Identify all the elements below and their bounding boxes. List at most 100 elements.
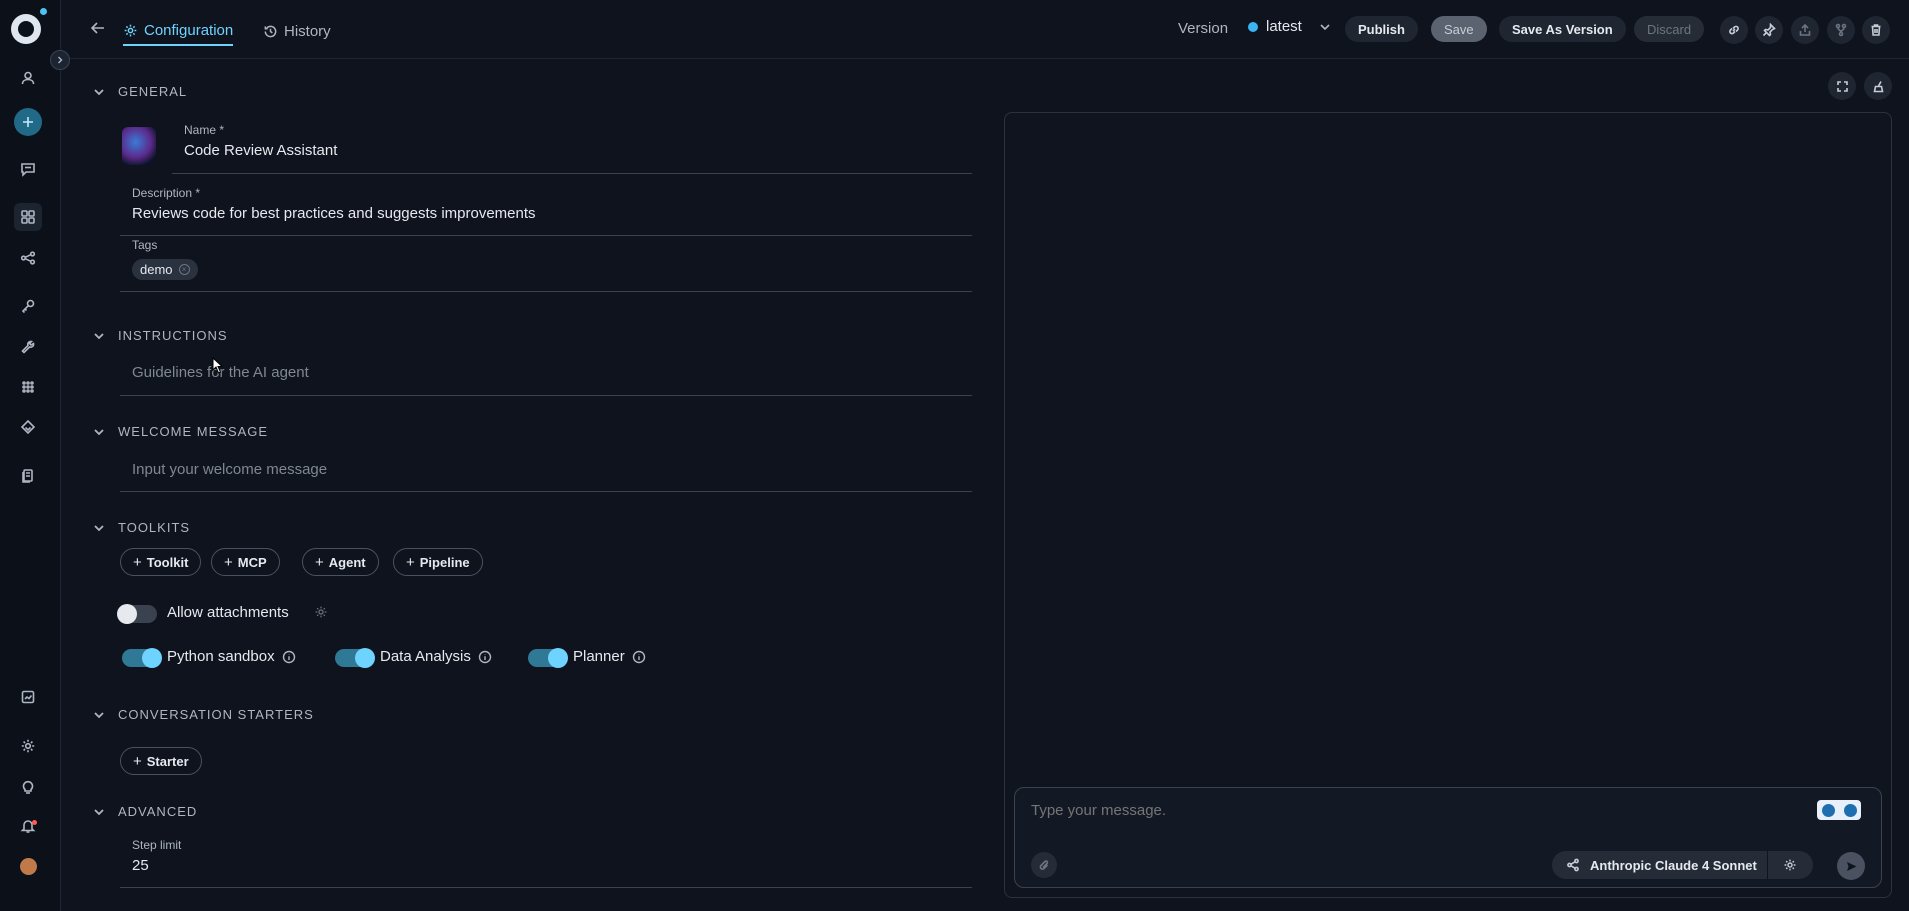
remove-tag-icon[interactable]: × bbox=[178, 264, 190, 275]
add-agent-label: Agent bbox=[328, 554, 366, 570]
allow-attachments-toggle[interactable] bbox=[117, 604, 157, 624]
flow-icon bbox=[20, 251, 36, 265]
gear-icon bbox=[1784, 859, 1796, 871]
chat-panel bbox=[1004, 112, 1892, 898]
user-avatar[interactable] bbox=[20, 858, 37, 875]
send-button[interactable] bbox=[1837, 852, 1865, 880]
agent-avatar-image[interactable] bbox=[122, 127, 156, 165]
section-welcome-header[interactable]: WELCOME MESSAGE bbox=[92, 424, 268, 439]
add-toolkit-button[interactable]: + Toolkit bbox=[120, 548, 202, 576]
sidebar-item-reports[interactable] bbox=[14, 683, 42, 711]
message-input[interactable] bbox=[1031, 802, 1731, 819]
pin-button[interactable] bbox=[1755, 16, 1783, 44]
sidebar-item-tips[interactable] bbox=[14, 773, 42, 801]
chevron-down-icon bbox=[1320, 23, 1330, 30]
save-button[interactable]: Save bbox=[1431, 16, 1487, 42]
key-icon bbox=[21, 299, 35, 314]
sidebar-item-apps[interactable] bbox=[14, 373, 42, 401]
toggle-knob bbox=[117, 604, 137, 624]
sidebar-item-pipelines[interactable] bbox=[14, 244, 42, 272]
sidebar-item-prompts[interactable] bbox=[14, 413, 42, 441]
name-field[interactable]: Name * Code Review Assistant bbox=[172, 123, 972, 174]
welcome-message-input[interactable]: Input your welcome message bbox=[120, 461, 972, 492]
expand-sidebar-button[interactable] bbox=[50, 50, 70, 70]
save-as-version-button[interactable]: Save As Version bbox=[1499, 16, 1626, 42]
chat-composer: Anthropic Claude 4 Sonnet bbox=[1014, 787, 1882, 888]
send-icon bbox=[1846, 861, 1856, 871]
info-icon[interactable] bbox=[282, 650, 296, 664]
tab-configuration[interactable]: Configuration bbox=[123, 16, 234, 46]
plus-icon: + bbox=[406, 553, 415, 571]
section-instructions-header[interactable]: INSTRUCTIONS bbox=[92, 328, 228, 343]
model-name: Anthropic Claude 4 Sonnet bbox=[1590, 857, 1757, 873]
add-pipeline-button[interactable]: + Pipeline bbox=[393, 548, 483, 576]
section-toolkits-title: TOOLKITS bbox=[118, 520, 191, 535]
sidebar-item-profile[interactable] bbox=[14, 64, 42, 92]
python-sandbox-label: Python sandbox bbox=[167, 648, 296, 665]
python-sandbox-toggle[interactable] bbox=[122, 648, 162, 668]
clear-chat-button[interactable] bbox=[1864, 72, 1892, 100]
tab-history[interactable]: History bbox=[263, 16, 331, 46]
fork-icon bbox=[1835, 23, 1847, 37]
add-starter-label: Starter bbox=[146, 753, 189, 769]
allow-attachments-text: Allow attachments bbox=[167, 604, 289, 621]
sidebar-item-agents[interactable] bbox=[14, 203, 42, 231]
sidebar-item-credentials[interactable] bbox=[14, 292, 42, 320]
mouse-cursor-icon bbox=[212, 357, 224, 374]
chevron-down-icon bbox=[94, 711, 104, 718]
browser-extension-icons bbox=[1817, 800, 1861, 820]
fullscreen-button[interactable] bbox=[1828, 72, 1856, 100]
toggle-knob bbox=[355, 648, 375, 668]
sidebar-item-toolkits[interactable] bbox=[14, 333, 42, 361]
model-selector[interactable]: Anthropic Claude 4 Sonnet bbox=[1552, 851, 1813, 879]
sidebar-item-notifications[interactable] bbox=[14, 812, 42, 840]
data-analysis-toggle[interactable] bbox=[335, 648, 375, 668]
plus-icon: + bbox=[224, 553, 233, 571]
sidebar-item-artifacts[interactable] bbox=[14, 462, 42, 490]
plus-icon bbox=[23, 117, 33, 127]
version-select[interactable]: latest bbox=[1248, 18, 1332, 35]
version-status-dot bbox=[1248, 21, 1258, 32]
grid-icon bbox=[21, 210, 35, 224]
delete-button[interactable] bbox=[1862, 16, 1890, 44]
fork-button[interactable] bbox=[1827, 16, 1855, 44]
sidebar-create-button[interactable] bbox=[14, 108, 42, 136]
step-limit-field[interactable]: Step limit 25 bbox=[120, 838, 972, 888]
section-starters-header[interactable]: CONVERSATION STARTERS bbox=[92, 707, 314, 722]
add-starter-button[interactable]: + Starter bbox=[120, 747, 202, 775]
attach-button[interactable] bbox=[1031, 852, 1057, 878]
discard-button[interactable]: Discard bbox=[1634, 16, 1705, 42]
export-button[interactable] bbox=[1791, 16, 1819, 44]
section-advanced-title: ADVANCED bbox=[118, 804, 198, 819]
description-value: Reviews code for best practices and sugg… bbox=[132, 205, 536, 222]
gear-icon bbox=[315, 606, 327, 618]
attachments-settings-icon[interactable] bbox=[314, 605, 328, 619]
sidebar-item-settings[interactable] bbox=[14, 732, 42, 760]
model-settings-button[interactable] bbox=[1766, 851, 1813, 879]
chevron-down-icon bbox=[94, 332, 104, 339]
description-field[interactable]: Description * Reviews code for best prac… bbox=[120, 186, 972, 236]
app-logo[interactable] bbox=[11, 14, 41, 44]
copy-link-button[interactable] bbox=[1720, 16, 1748, 44]
step-limit-label: Step limit bbox=[132, 838, 182, 852]
notification-badge bbox=[32, 820, 37, 825]
tags-field[interactable]: Tags demo × bbox=[120, 238, 972, 292]
sidebar-item-chat[interactable] bbox=[14, 155, 42, 183]
planner-toggle[interactable] bbox=[528, 648, 568, 668]
instructions-input[interactable]: Guidelines for the AI agent bbox=[120, 364, 972, 396]
section-general-title: GENERAL bbox=[118, 84, 188, 99]
publish-button[interactable]: Publish bbox=[1345, 16, 1418, 42]
info-icon[interactable] bbox=[478, 650, 492, 664]
section-toolkits-header[interactable]: TOOLKITS bbox=[92, 520, 190, 535]
add-agent-button[interactable]: + Agent bbox=[302, 548, 379, 576]
section-general-header[interactable]: GENERAL bbox=[92, 84, 187, 99]
back-button[interactable] bbox=[89, 19, 109, 39]
planner-text: Planner bbox=[573, 648, 625, 665]
chevron-down-icon bbox=[94, 88, 104, 95]
gear-icon bbox=[21, 739, 35, 753]
info-icon[interactable] bbox=[632, 650, 646, 664]
gear-icon bbox=[124, 24, 137, 36]
name-value: Code Review Assistant bbox=[184, 142, 338, 159]
add-mcp-button[interactable]: + MCP bbox=[211, 548, 280, 576]
section-advanced-header[interactable]: ADVANCED bbox=[92, 804, 197, 819]
